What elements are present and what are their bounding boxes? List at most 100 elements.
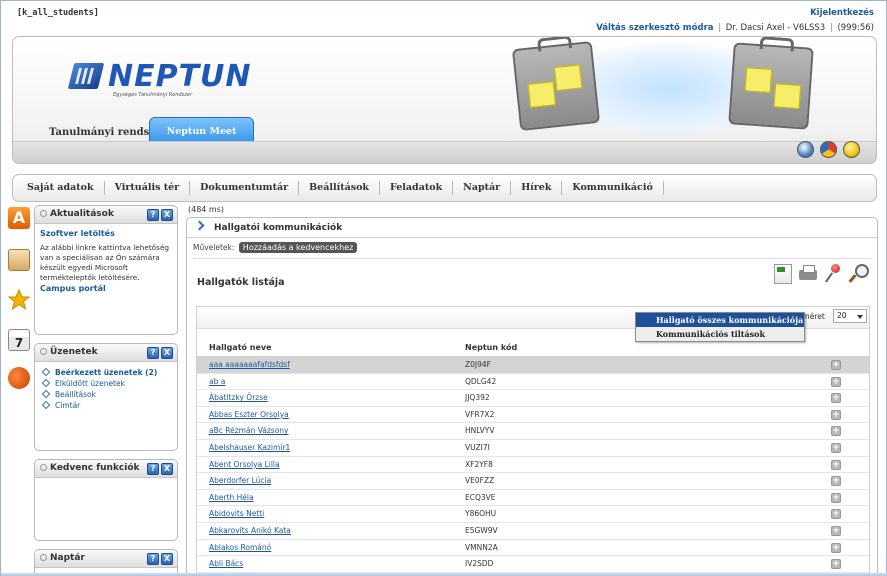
calendar-icon[interactable]: 7 (8, 329, 30, 351)
student-name-link[interactable]: Ábatitzky Örzse (209, 393, 268, 402)
student-name-link[interactable]: Aberth Héla (209, 493, 254, 502)
page-title: Hallgatói kommunikációk (214, 223, 343, 233)
logo-subtitle: Egységes Tanulmányi Rendszer (113, 92, 193, 98)
color-wheel-icon[interactable] (820, 141, 837, 158)
menu-item-news[interactable]: Hírek (511, 181, 563, 195)
student-name-link[interactable]: Aberdorfer Lúcia (209, 476, 271, 485)
student-name-link[interactable]: Abkarovits Anikó Kata (209, 526, 291, 535)
envelope-icon[interactable] (8, 249, 30, 271)
switch-edit-mode-link[interactable]: Váltás szerkesztő módra (596, 23, 713, 33)
menu-item-settings[interactable]: Beállítások (299, 181, 381, 195)
widget-title: Aktualitások (40, 209, 114, 219)
widget-help-button[interactable]: ? (147, 209, 159, 221)
menu-item-own-data[interactable]: Saját adatok (27, 181, 105, 195)
context-item-all-communication[interactable]: Hallgató összes kommunikációja (636, 313, 804, 327)
widget-help-button[interactable]: ? (147, 463, 159, 475)
expand-plus-icon[interactable]: + (831, 409, 841, 420)
chat-bubble-icon[interactable] (8, 367, 30, 389)
table-row[interactable]: Abbas Eszter Orsolya VFR7X2 + (197, 407, 869, 424)
expand-plus-icon[interactable]: + (831, 442, 841, 453)
table-row[interactable]: Aberth Héla ECQ3VE + (197, 490, 869, 507)
page-size-select[interactable]: 20 (833, 309, 867, 323)
student-name-link[interactable]: Abli Bács (209, 559, 243, 568)
context-item-communication-bans[interactable]: Kommunikációs tiltások (636, 327, 804, 341)
inbox-link[interactable]: Beérkezett üzenetek (2) (40, 367, 172, 378)
suitcase-icon (511, 41, 601, 131)
logout-link[interactable]: Kijelentkezés (810, 8, 874, 18)
column-header-name[interactable]: Hallgató neve (209, 343, 272, 352)
table-row[interactable]: Abli Bács IV2SDD + (197, 556, 869, 573)
collapse-dot-icon[interactable] (40, 210, 47, 217)
user-bar: Váltás szerkesztő módra | Dr. Dacsi Axel… (596, 23, 874, 33)
student-name-link[interactable]: Ablakos Románó (209, 543, 271, 552)
expand-plus-icon[interactable]: + (831, 360, 841, 370)
student-name-link[interactable]: Abelshauser Kazimír1 (209, 443, 290, 452)
table-row[interactable]: Abent Orsolya Lilla XF2YF8 + (197, 457, 869, 474)
logo-mark-icon (67, 63, 105, 89)
expand-plus-icon[interactable]: + (831, 393, 841, 404)
add-to-favorites-button[interactable]: Hozzáadás a kedvencekhez (238, 242, 358, 253)
widget-help-button[interactable]: ? (147, 553, 159, 565)
widget-close-button[interactable]: X (161, 209, 173, 221)
neptun-logo[interactable]: NEPTUN Egységes Tanulmányi Rendszer (67, 59, 251, 105)
expand-plus-icon[interactable]: + (831, 509, 841, 520)
student-name-link[interactable]: aBc Rézmán Vázsony (209, 426, 288, 435)
student-name-link[interactable]: Abent Orsolya Lilla (209, 460, 280, 469)
news-a-icon[interactable]: A (8, 207, 30, 229)
neptun-code: IV2SDD (465, 559, 494, 569)
sticky-note-icon (773, 83, 802, 110)
sticky-note-icon (554, 64, 583, 91)
widget-close-button[interactable]: X (161, 463, 173, 475)
widget-favorites: Kedvenc funkciók ? X (34, 459, 178, 541)
expand-plus-icon[interactable]: + (831, 525, 841, 536)
pin-icon[interactable] (824, 264, 842, 284)
help-globe-icon[interactable] (797, 141, 814, 158)
expand-plus-icon[interactable]: + (831, 476, 841, 487)
address-book-link[interactable]: Címtár (40, 400, 172, 411)
campus-portal-link[interactable]: Campus portál (40, 284, 172, 293)
table-row[interactable]: Ablakos Románó VMNN2A + (197, 540, 869, 557)
expand-plus-icon[interactable]: + (831, 559, 841, 570)
table-row[interactable]: Abelshauser Kazimír1 VUZI7I + (197, 440, 869, 457)
widget-help-button[interactable]: ? (147, 347, 159, 359)
export-document-icon[interactable] (774, 264, 792, 284)
table-body: aaa aaaaaaafafdsfdsf Z0J94F + ab a QDLG42 + Áb… (197, 357, 869, 576)
table-row[interactable]: aaa aaaaaaafafdsfdsf Z0J94F + (197, 357, 869, 374)
magnifier-icon[interactable] (849, 264, 869, 284)
sent-messages-link[interactable]: Elküldött üzenetek (40, 378, 172, 389)
menu-item-tasks[interactable]: Feladatok (380, 181, 454, 195)
table-row[interactable]: Abkarovits Anikó Kata E5GW9V + (197, 523, 869, 540)
collapse-dot-icon[interactable] (40, 348, 47, 355)
expand-plus-icon[interactable]: + (831, 426, 841, 437)
menu-item-documents[interactable]: Dokumentumtár (190, 181, 300, 195)
collapse-dot-icon[interactable] (40, 464, 47, 471)
expand-plus-icon[interactable]: + (831, 376, 841, 387)
table-row[interactable]: Abidovits Netti Y86OHU + (197, 506, 869, 523)
menu-item-virtual-space[interactable]: Virtuális tér (105, 181, 191, 195)
table-row[interactable]: aBc Rézmán Vázsony HNLVYV + (197, 423, 869, 440)
student-name-link[interactable]: ab a (209, 377, 225, 386)
student-name-link[interactable]: Abbas Eszter Orsolya (209, 410, 289, 419)
widget-close-button[interactable]: X (161, 553, 173, 565)
banner: NEPTUN Egységes Tanulmányi Rendszer Tanu… (12, 36, 877, 164)
widget-close-button[interactable]: X (161, 347, 173, 359)
column-header-code[interactable]: Neptun kód (465, 343, 517, 352)
expand-plus-icon[interactable]: + (831, 492, 841, 503)
student-name-link[interactable]: aaa aaaaaaafafdsfdsf (209, 360, 290, 369)
menu-item-communication[interactable]: Kommunikáció (562, 181, 664, 195)
printer-icon[interactable] (799, 264, 817, 284)
menu-item-calendar[interactable]: Naptár (453, 181, 512, 195)
widget-body: Szoftver letöltés Az alábbi linkre katti… (35, 224, 177, 298)
table-row[interactable]: Ábatitzky Örzse JJQ392 + (197, 390, 869, 407)
collapse-dot-icon[interactable] (40, 554, 47, 561)
table-row[interactable]: Aberdorfer Lúcia VE0FZZ + (197, 473, 869, 490)
software-download-link[interactable]: Szoftver letöltés (40, 229, 172, 238)
student-name-link[interactable]: Abidovits Netti (209, 509, 264, 518)
message-settings-link[interactable]: Beállítások (40, 389, 172, 400)
bullet-icon (41, 400, 51, 410)
star-icon[interactable] (7, 288, 31, 311)
expand-plus-icon[interactable]: + (831, 459, 841, 470)
smiley-icon[interactable] (843, 141, 860, 158)
expand-plus-icon[interactable]: + (831, 542, 841, 553)
table-row[interactable]: ab a QDLG42 + (197, 374, 869, 391)
